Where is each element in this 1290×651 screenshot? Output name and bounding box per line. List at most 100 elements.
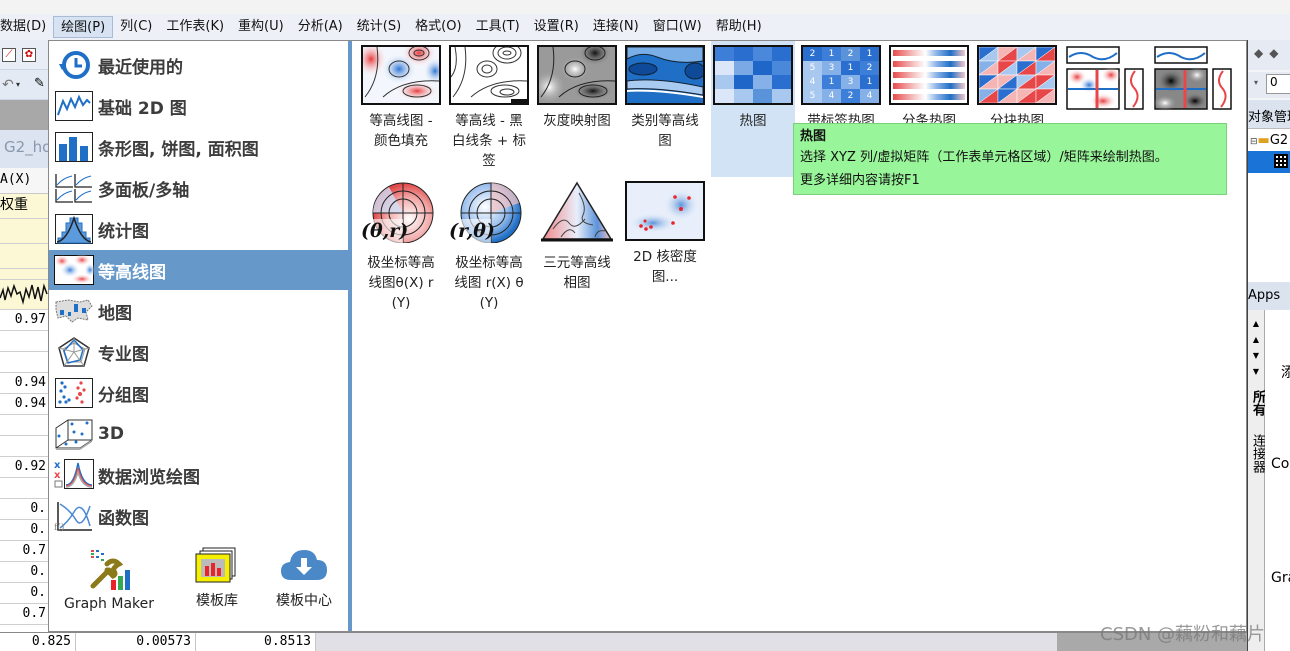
sparkline-cell[interactable] [0, 280, 48, 310]
plot-type-contour-color-fill[interactable]: 等高线图 - 颜色填充 [359, 41, 443, 171]
heatmap-label-cell: 2 [841, 47, 860, 61]
menu-plot[interactable]: 绘图(P) [53, 16, 114, 38]
units-cell[interactable] [0, 219, 48, 244]
menu-data[interactable]: 数据(D) [0, 16, 53, 38]
menu-format[interactable]: 格式(O) [408, 16, 468, 38]
worksheet-cell[interactable] [0, 352, 48, 373]
categorical-contour-thumb [625, 45, 705, 105]
tab-connectors[interactable]: 连接器 [1248, 434, 1265, 473]
plot-type-ternary-contour[interactable]: 三元等高线相图 [535, 177, 619, 307]
cell-value[interactable]: 0.00573 [76, 633, 196, 651]
category-multi-panel[interactable]: 多面板/多轴 [49, 168, 348, 208]
worksheet-cell[interactable]: 0.7 [0, 604, 48, 625]
worksheet-cell[interactable]: 0.97 [0, 310, 48, 331]
category-basic-2d[interactable]: 基础 2D 图 [49, 86, 348, 126]
category-grouped[interactable]: 分组图 [49, 373, 348, 413]
tooltip-description: 选择 XYZ 列/虚拟矩阵（工作表单元格区域）/矩阵来绘制热图。 [800, 150, 1168, 165]
polar-r-theta-thumb: (r,θ) [447, 182, 522, 244]
workbook-tab[interactable]: G2_ho [0, 130, 48, 168]
comments-cell[interactable] [0, 244, 48, 269]
heatmap-label-cell: 4 [822, 89, 841, 103]
menu-connect[interactable]: 连接(N) [586, 16, 646, 38]
worksheet-cell[interactable] [0, 331, 48, 352]
menu-settings[interactable]: 设置(R) [527, 16, 586, 38]
app-item-2[interactable]: Co [1271, 456, 1289, 472]
menu-window[interactable]: 窗口(W) [646, 16, 709, 38]
3d-cube-icon [54, 418, 94, 450]
plot-type-categorical-contour[interactable]: 类别等高线图 [623, 41, 707, 171]
menu-reconstruct[interactable]: 重构(U) [231, 16, 291, 38]
worksheet-cell[interactable]: 0.94 [0, 394, 48, 415]
fx-cell[interactable] [0, 269, 48, 280]
menu-column[interactable]: 列(C) [113, 16, 159, 38]
worksheet-cell[interactable]: 0.92 [0, 457, 48, 478]
plot-type-polar-theta-r[interactable]: (θ,r) 极坐标等高线图θ(X) r(Y) [359, 177, 443, 311]
scroll-top-icon[interactable]: ▲ [1248, 316, 1264, 332]
tree-selected-item[interactable] [1248, 151, 1290, 173]
plot-type-kernel-density[interactable]: 2D 核密度图... [623, 177, 707, 307]
scroll-down-icon[interactable]: ▼ [1248, 348, 1264, 364]
worksheet-cell[interactable]: 0. [0, 583, 48, 604]
heatmap-label-cell: 1 [841, 61, 860, 75]
plot-type-polar-r-theta[interactable]: (r,θ) 极坐标等高线图 r(X) θ (Y) [447, 177, 531, 311]
worksheet-cell[interactable] [0, 478, 48, 499]
plot-type-gray-map[interactable]: 灰度映射图 [535, 41, 619, 171]
long-name-cell[interactable]: 权重 [0, 194, 48, 219]
tooltip-help-hint: 更多详细内容请按F1 [800, 173, 920, 188]
worksheet-cell[interactable]: 0. [0, 499, 48, 520]
worksheet-cell[interactable]: 0.7 [0, 541, 48, 562]
radar-icon [54, 336, 94, 368]
back-arrow-icon[interactable]: ◆ [1254, 46, 1269, 60]
category-statistics[interactable]: 统计图 [49, 209, 348, 249]
category-bar-pie-area[interactable]: 条形图, 饼图, 面积图 [49, 127, 348, 167]
scroll-up-icon[interactable]: ▲ [1248, 332, 1264, 348]
plot-type-heatmap[interactable]: 热图 [711, 41, 795, 177]
template-center-button[interactable]: 模板中心 [269, 546, 339, 610]
menu-statistics[interactable]: 统计(S) [350, 16, 408, 38]
tree-folder[interactable]: ⊟▬G2 [1250, 133, 1288, 148]
collapse-icon[interactable]: ⊟ [1250, 137, 1258, 147]
svg-text:f(): f() [54, 522, 64, 532]
cell-value[interactable]: 0.8513 [196, 633, 316, 651]
app-item-3[interactable]: Gra [1271, 570, 1290, 586]
category-data-explore[interactable]: xx 数据浏览绘图 [49, 455, 348, 495]
menu-help[interactable]: 帮助(H) [709, 16, 769, 38]
forward-arrow-icon[interactable]: ◆ [1269, 46, 1284, 60]
scroll-bottom-icon[interactable]: ▼ [1248, 364, 1264, 380]
category-recent[interactable]: 最近使用的 [49, 45, 348, 85]
template-center-label: 模板中心 [276, 593, 332, 609]
svg-text:x: x [54, 470, 61, 481]
template-library-button[interactable]: 模板库 [187, 546, 247, 610]
cell-value[interactable]: 0.825 [0, 633, 76, 651]
menu-analysis[interactable]: 分析(A) [291, 16, 350, 38]
category-contour[interactable]: 等高线图 [49, 250, 348, 290]
object-manager-header: 对象管理 [1248, 100, 1290, 128]
worksheet-cell[interactable]: 0.94 [0, 373, 48, 394]
heatmap-cell [753, 75, 772, 89]
menu-tools[interactable]: 工具(T) [469, 16, 527, 38]
category-function-plot[interactable]: f() 函数图 [49, 496, 348, 536]
plot-type-contour-bw[interactable]: 等高线 - 黑白线条 + 标签 [447, 41, 531, 171]
spin-dropdown-icon[interactable]: ▾ [1254, 78, 1258, 87]
category-3d[interactable]: 3D [49, 414, 348, 454]
graph-maker-button[interactable]: Graph Maker [59, 546, 159, 612]
heatmap-cell [734, 61, 753, 75]
worksheet-cell[interactable] [0, 415, 48, 436]
menu-worksheet[interactable]: 工作表(K) [159, 16, 231, 38]
dropdown-arrow-icon[interactable]: ▾ [16, 80, 20, 89]
spin-value-input[interactable]: 0 [1266, 74, 1290, 94]
tab-all[interactable]: 所有 [1248, 390, 1265, 416]
app-item-1[interactable]: 添 [1281, 362, 1290, 382]
undo-icon[interactable]: ↶ [2, 77, 14, 93]
worksheet-cell[interactable] [0, 436, 48, 457]
toolbar-graph-icon[interactable]: ⟋ [2, 48, 16, 62]
category-label: 最近使用的 [98, 57, 183, 78]
category-map[interactable]: 地图 [49, 291, 348, 331]
worksheet-cell[interactable]: 0. [0, 562, 48, 583]
category-specialized[interactable]: 专业图 [49, 332, 348, 372]
worksheet-cell[interactable]: 0. [0, 520, 48, 541]
wand-icon[interactable]: ✎ [34, 76, 45, 91]
column-header[interactable]: A(X) [0, 168, 48, 194]
toolbar-template-icon[interactable]: ✿ [22, 48, 36, 62]
heatmap-cell [715, 75, 734, 89]
